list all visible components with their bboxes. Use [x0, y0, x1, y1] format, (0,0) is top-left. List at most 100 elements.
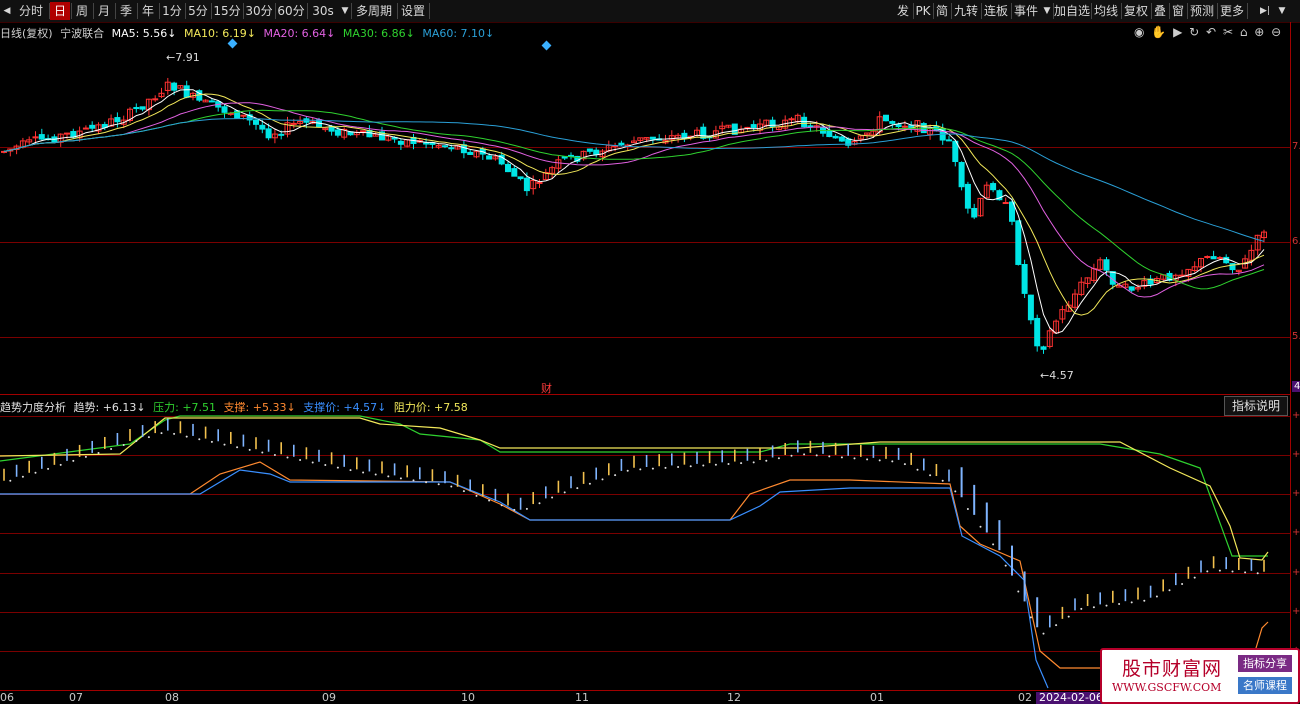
candle-body: [183, 85, 190, 98]
trend-dot: [173, 432, 176, 435]
candle-body: [1015, 220, 1022, 265]
forecast-button[interactable]: 预测: [1188, 2, 1216, 20]
forward-icon[interactable]: ▶|: [1258, 2, 1272, 20]
trend-dot: [828, 455, 831, 458]
trend-dot: [1055, 624, 1058, 627]
trend-dot: [777, 457, 780, 460]
trend-dot: [1206, 570, 1209, 573]
trend-dot: [992, 543, 995, 546]
candle-body: [334, 129, 341, 136]
dropdown-icon[interactable]: ▼: [340, 2, 350, 20]
candle-body: [442, 145, 448, 148]
tab-multi-period[interactable]: 多周期: [352, 2, 396, 20]
trend-dot: [878, 459, 881, 462]
trend-dot: [916, 468, 919, 471]
candle-body: [1040, 346, 1047, 350]
post-button[interactable]: 发: [894, 2, 912, 20]
x-tick-label: 11: [575, 691, 589, 704]
nine-turn-button[interactable]: 九转: [952, 2, 980, 20]
back-icon[interactable]: ◀: [1, 2, 13, 20]
tab-15min[interactable]: 15分: [212, 2, 242, 20]
candle-body: [221, 106, 228, 113]
y-tick: +: [1292, 449, 1300, 460]
trend-strength-chart[interactable]: [0, 396, 1290, 690]
tab-intraday[interactable]: 分时: [14, 2, 48, 20]
trend-dot: [1155, 595, 1158, 598]
ma-button[interactable]: 均线: [1092, 2, 1120, 20]
candle-body: [152, 98, 159, 101]
y-tick: 7.: [1292, 141, 1300, 152]
pk-button[interactable]: PK: [914, 2, 932, 20]
y-tick: 5.: [1292, 331, 1300, 342]
trend-dot: [752, 461, 755, 464]
candle-body: [240, 114, 247, 117]
candle-body: [561, 156, 568, 159]
candle-body: [826, 129, 833, 138]
candle-body: [360, 130, 367, 133]
trend-dot: [475, 494, 478, 497]
trend-dot: [551, 496, 554, 499]
tab-yearly[interactable]: 年: [138, 2, 158, 20]
tab-60min[interactable]: 60分: [276, 2, 306, 20]
limit-board-button[interactable]: 连板: [982, 2, 1010, 20]
simple-button[interactable]: 简: [934, 2, 950, 20]
y-badge: 4: [1292, 381, 1300, 392]
trend-dot: [97, 451, 100, 454]
trend-dot: [362, 471, 365, 474]
trend-dot: [1017, 590, 1020, 593]
candle-body: [1216, 257, 1223, 260]
trend-dot: [1181, 582, 1184, 585]
dropdown-icon[interactable]: ▼: [1042, 2, 1052, 20]
tab-weekly[interactable]: 周: [72, 2, 92, 20]
trend-dot: [714, 463, 717, 466]
candle-body: [278, 133, 285, 136]
trend-dot: [803, 453, 806, 456]
tab-quarterly[interactable]: 季: [116, 2, 136, 20]
watermark-logo: 股市财富网 WWW.GSCFW.COM 指标分享 名师课程: [1100, 648, 1300, 704]
candle-body: [423, 142, 430, 145]
trend-dot: [614, 474, 617, 477]
candle-body: [171, 82, 178, 91]
trend-dot: [1244, 571, 1247, 574]
dropdown-icon[interactable]: ▼: [1276, 2, 1288, 20]
trend-dot: [866, 458, 869, 461]
overlay-button[interactable]: 叠: [1152, 2, 1168, 20]
tab-settings[interactable]: 设置: [398, 2, 428, 20]
trend-dot: [626, 469, 629, 472]
adjust-button[interactable]: 复权: [1122, 2, 1150, 20]
trend-dot: [966, 508, 969, 511]
candle-body: [990, 183, 997, 191]
trend-dot: [1193, 576, 1196, 579]
trend-dot: [110, 447, 113, 450]
add-watchlist-button[interactable]: 加自选: [1054, 2, 1090, 20]
financial-report-marker[interactable]: 财: [541, 380, 552, 396]
trend-dot: [349, 469, 352, 472]
trend-dot: [1105, 604, 1108, 607]
tab-30s[interactable]: 30s: [308, 2, 338, 20]
trend-dot: [236, 446, 239, 449]
candle-body: [486, 155, 493, 160]
x-tick-label: 10: [461, 691, 475, 704]
trend-dot: [891, 460, 894, 463]
trend-dot: [488, 499, 491, 502]
y-tick: 6.: [1292, 236, 1300, 247]
tab-1min[interactable]: 1分: [160, 2, 184, 20]
tab-daily[interactable]: 日: [50, 2, 70, 20]
trend-dot: [160, 432, 163, 435]
candlestick-chart[interactable]: [0, 22, 1290, 394]
trend-dot: [651, 467, 654, 470]
tab-5min[interactable]: 5分: [186, 2, 210, 20]
trend-dot: [1231, 570, 1234, 573]
trend-dot: [1118, 602, 1121, 605]
watermark-title: 股市财富网: [1122, 658, 1223, 680]
tab-30min[interactable]: 30分: [244, 2, 274, 20]
window-button[interactable]: 窗: [1170, 2, 1186, 20]
events-button[interactable]: 事件: [1012, 2, 1040, 20]
trend-dot: [853, 457, 856, 460]
tab-monthly[interactable]: 月: [94, 2, 114, 20]
trend-dot: [1004, 564, 1007, 567]
trend-dot: [840, 456, 843, 459]
more-button[interactable]: 更多: [1218, 2, 1246, 20]
trend-dot: [601, 478, 604, 481]
y-tick: +: [1292, 410, 1300, 421]
